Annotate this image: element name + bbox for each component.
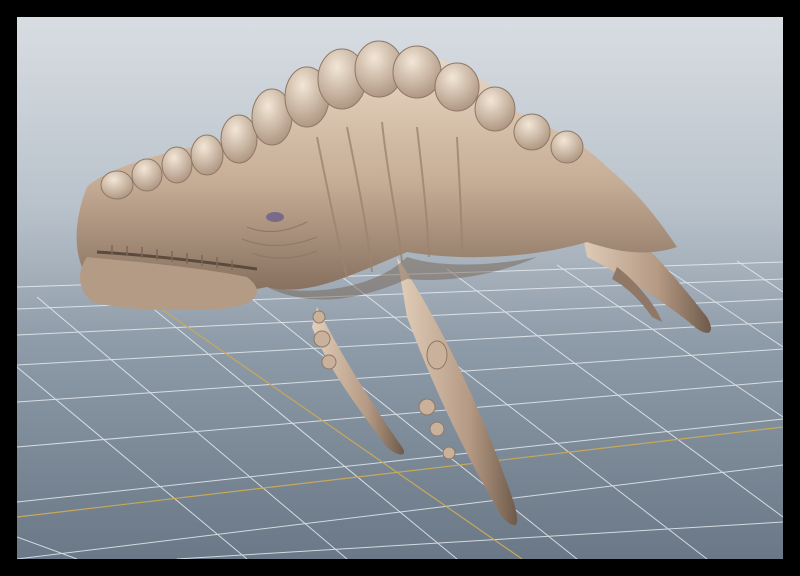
sculpted-creature-model[interactable] [76,40,711,526]
axis-lines [17,291,783,559]
eye-icon [266,212,284,222]
black-border-frame [0,0,800,576]
3d-viewport[interactable] [17,17,783,559]
viewport-canvas [17,40,783,559]
